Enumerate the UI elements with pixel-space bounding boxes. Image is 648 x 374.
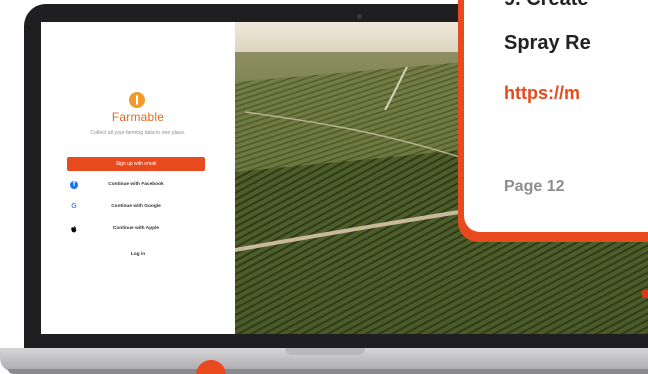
page-label: Page [504, 178, 543, 195]
laptop-base-shadow [8, 369, 648, 374]
callout-page: Page 12 [504, 178, 648, 196]
callout-title-line1: 9. Create [504, 0, 648, 11]
laptop-notch [285, 348, 365, 355]
tutorial-callout: 9. Create Spray Re https://m Page 12 [458, 0, 648, 242]
continue-google-label: Continue with Google [111, 204, 161, 209]
scene: Farmable Collect all your farming data i… [0, 0, 648, 374]
continue-facebook-label: Continue with Facebook [108, 182, 164, 187]
callout-title-line2: Spray Re [504, 32, 591, 54]
tagline: Collect all your farming data in one pla… [90, 130, 186, 136]
farmable-logo-icon [129, 92, 145, 108]
continue-apple-label: Continue with Apple [112, 226, 160, 231]
login-pane: Farmable Collect all your farming data i… [41, 22, 235, 334]
callout-url[interactable]: https://m [504, 83, 648, 104]
log-in-link[interactable]: Log in [41, 252, 235, 257]
brand-name: Farmable [111, 110, 165, 124]
continue-facebook-button[interactable]: f Continue with Facebook [67, 179, 205, 191]
signup-email-button[interactable]: Sign up with email [67, 157, 205, 171]
callout-card: 9. Create Spray Re https://m Page 12 [464, 0, 648, 232]
page-number: 12 [546, 178, 565, 195]
continue-google-button[interactable]: G Continue with Google [67, 201, 205, 213]
webcam [357, 14, 362, 19]
continue-apple-button[interactable]: Continue with Apple [67, 223, 205, 235]
red-accent-mark [642, 290, 648, 298]
